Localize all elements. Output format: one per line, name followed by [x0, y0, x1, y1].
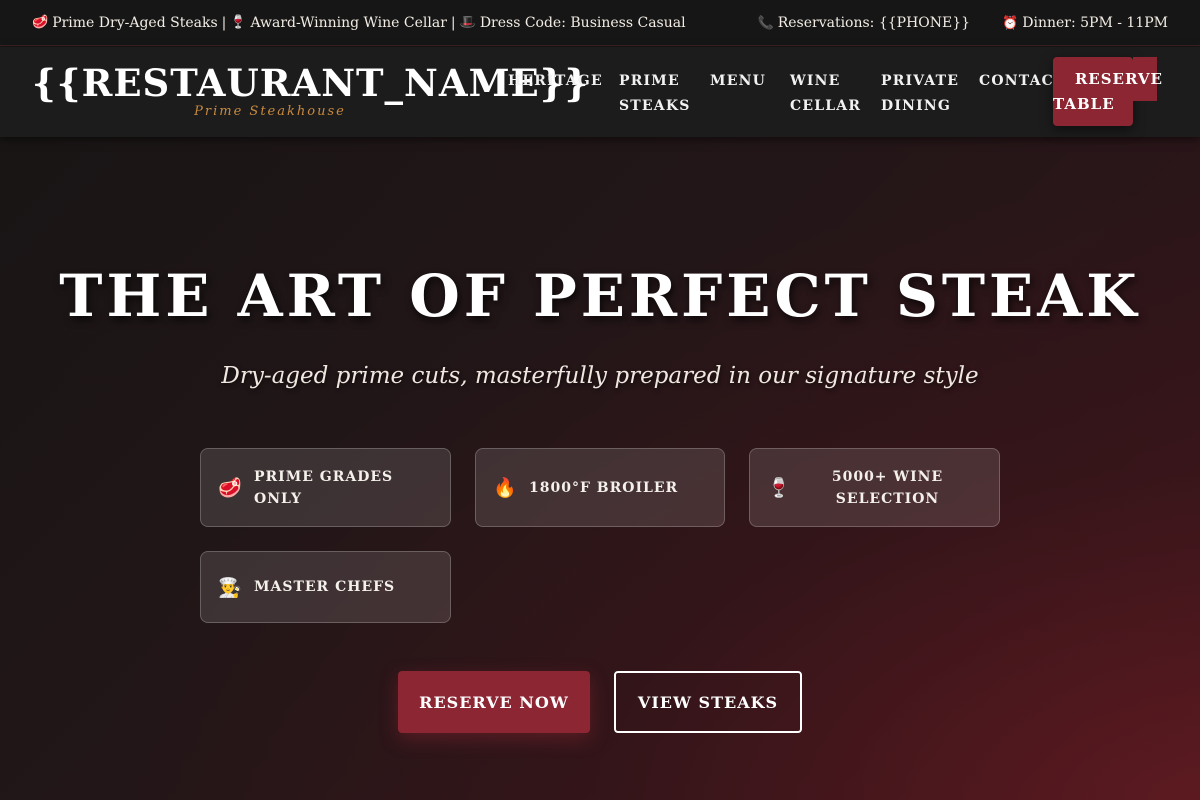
nav-item-label-line1: WINE	[790, 73, 841, 89]
topbar-highlight-dress-code: Dress Code: Business Casual	[479, 14, 686, 31]
nav-item-label: MENU	[710, 73, 766, 89]
nav-item-prime-steaks[interactable]: PRIME STEAKS	[619, 69, 691, 119]
phone-icon: 📞	[757, 15, 774, 31]
nav-item-label-line2: DINING	[881, 98, 951, 114]
reserve-table-button-label: RESERVE TABLE	[1053, 67, 1163, 117]
nav-item-private-dining[interactable]: PRIVATE DINING	[881, 69, 959, 119]
topbar-highlight-wine: Award-Winning Wine Cellar	[250, 14, 447, 31]
reserve-table-label-line1: RESERVE	[1074, 70, 1163, 88]
view-steaks-button[interactable]: VIEW STEAKS	[614, 671, 802, 733]
topbar-highlight-steaks: Prime Dry-Aged Steaks	[52, 14, 218, 31]
feature-label: 5000+ WINE SELECTION	[792, 466, 983, 510]
hero-subtitle: Dry-aged prime cuts, masterfully prepare…	[221, 363, 979, 389]
topbar-contact: 📞 Reservations: {{PHONE}} ⏰ Dinner: 5PM - …	[758, 15, 1168, 31]
nav-item-label-line1: PRIVATE	[881, 73, 960, 89]
feature-card-wine-selection: 🍷 5000+ WINE SELECTION	[749, 448, 1000, 527]
feature-label: MASTER CHEFS	[254, 579, 396, 595]
topbar-hours: ⏰ Dinner: 5PM - 11PM	[1002, 15, 1168, 31]
top-hat-icon: 🎩	[459, 15, 476, 30]
reserve-table-label-line2: TABLE	[1053, 95, 1115, 113]
nav-item-heritage[interactable]: HERITAGE	[508, 69, 603, 94]
site-header: {{RESTAURANT_NAME}} Prime Steakhouse HER…	[0, 47, 1200, 137]
nav-item-menu[interactable]: MENU	[710, 69, 766, 94]
alarm-clock-icon: ⏰	[1002, 15, 1019, 31]
topbar-reservations[interactable]: 📞 Reservations: {{PHONE}}	[758, 15, 971, 31]
topbar-highlights: 🥩 Prime Dry-Aged Steaks | 🍷 Award-Winnin…	[32, 15, 686, 31]
brand-name: {{RESTAURANT_NAME}}	[32, 61, 590, 105]
hero-title: THE ART OF PERFECT STEAK	[59, 262, 1141, 330]
topbar-separator: |	[450, 14, 456, 31]
topbar-hours-text: Dinner: 5PM - 11PM	[1022, 14, 1168, 31]
feature-card-prime-grades: 🥩 PRIME GRADES ONLY	[200, 448, 451, 527]
nav-item-label-line1: PRIME	[619, 73, 680, 89]
fire-icon: 🔥	[493, 477, 517, 499]
feature-label: 1800°F BROILER	[529, 479, 679, 496]
feature-label-line1: 5000+ WINE	[831, 468, 944, 485]
nav-item-label-line2: STEAKS	[619, 98, 691, 114]
wine-glass-icon: 🍷	[767, 477, 791, 499]
reserve-table-button[interactable]: RESERVE TABLE	[1053, 57, 1162, 126]
topbar-separator: |	[221, 14, 227, 31]
hero-section: THE ART OF PERFECT STEAK Dry-aged prime …	[0, 137, 1200, 800]
top-info-bar: 🥩 Prime Dry-Aged Steaks | 🍷 Award-Winnin…	[0, 0, 1200, 46]
steak-icon: 🥩	[32, 15, 49, 30]
brand-tagline: Prime Steakhouse	[194, 104, 346, 119]
nav-item-label: HERITAGE	[508, 73, 603, 89]
feature-card-broiler: 🔥 1800°F BROILER	[475, 448, 725, 527]
feature-card-master-chefs: 👨‍🍳 MASTER CHEFS	[200, 551, 451, 623]
chef-icon: 👨‍🍳	[218, 576, 242, 599]
nav-item-label-line2: CELLAR	[790, 98, 862, 114]
steak-icon: 🥩	[218, 477, 242, 499]
feature-label: PRIME GRADES ONLY	[254, 468, 394, 507]
nav-item-wine-cellar[interactable]: WINE CELLAR	[790, 69, 861, 119]
wine-glass-icon: 🍷	[230, 15, 247, 30]
brand-logo[interactable]: {{RESTAURANT_NAME}} Prime Steakhouse	[32, 61, 590, 119]
topbar-reservations-text: Reservations: {{PHONE}}	[777, 14, 971, 31]
reserve-now-button[interactable]: RESERVE NOW	[398, 671, 590, 733]
feature-label-line2: SELECTION	[835, 490, 940, 507]
